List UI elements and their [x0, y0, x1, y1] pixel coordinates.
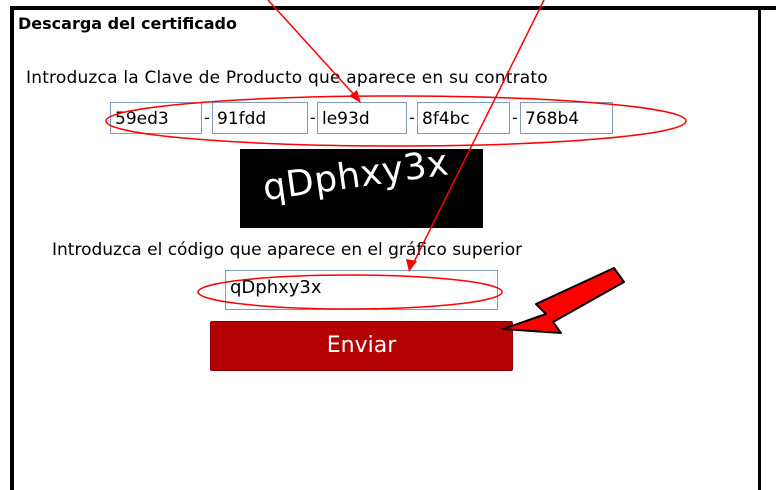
key-separator: - — [204, 108, 210, 127]
key-separator: - — [512, 108, 518, 127]
key-separator: - — [310, 108, 316, 127]
submit-button[interactable]: Enviar — [210, 321, 513, 371]
product-key-field-3[interactable]: le93d — [317, 102, 407, 134]
product-key-field-4[interactable]: 8f4bc — [417, 102, 510, 134]
product-key-field-5[interactable]: 768b4 — [520, 102, 613, 134]
window-border-top — [10, 6, 776, 10]
page-frame: Descarga del certificado Introduzca la C… — [0, 0, 776, 490]
product-key-field-2[interactable]: 91fdd — [212, 102, 308, 134]
window-border-right — [758, 6, 761, 490]
section-title: Descarga del certificado — [18, 14, 237, 33]
window-border-left — [10, 6, 14, 490]
captcha-code-input[interactable]: qDphxy3x — [225, 270, 498, 310]
product-key-instruction: Introduzca la Clave de Producto que apar… — [26, 68, 548, 88]
key-separator: - — [409, 108, 415, 127]
annotation-big-arrow — [502, 267, 625, 334]
captcha-instruction: Introduzca el código que aparece en el g… — [52, 240, 523, 260]
product-key-field-1[interactable]: 59ed3 — [110, 102, 202, 134]
